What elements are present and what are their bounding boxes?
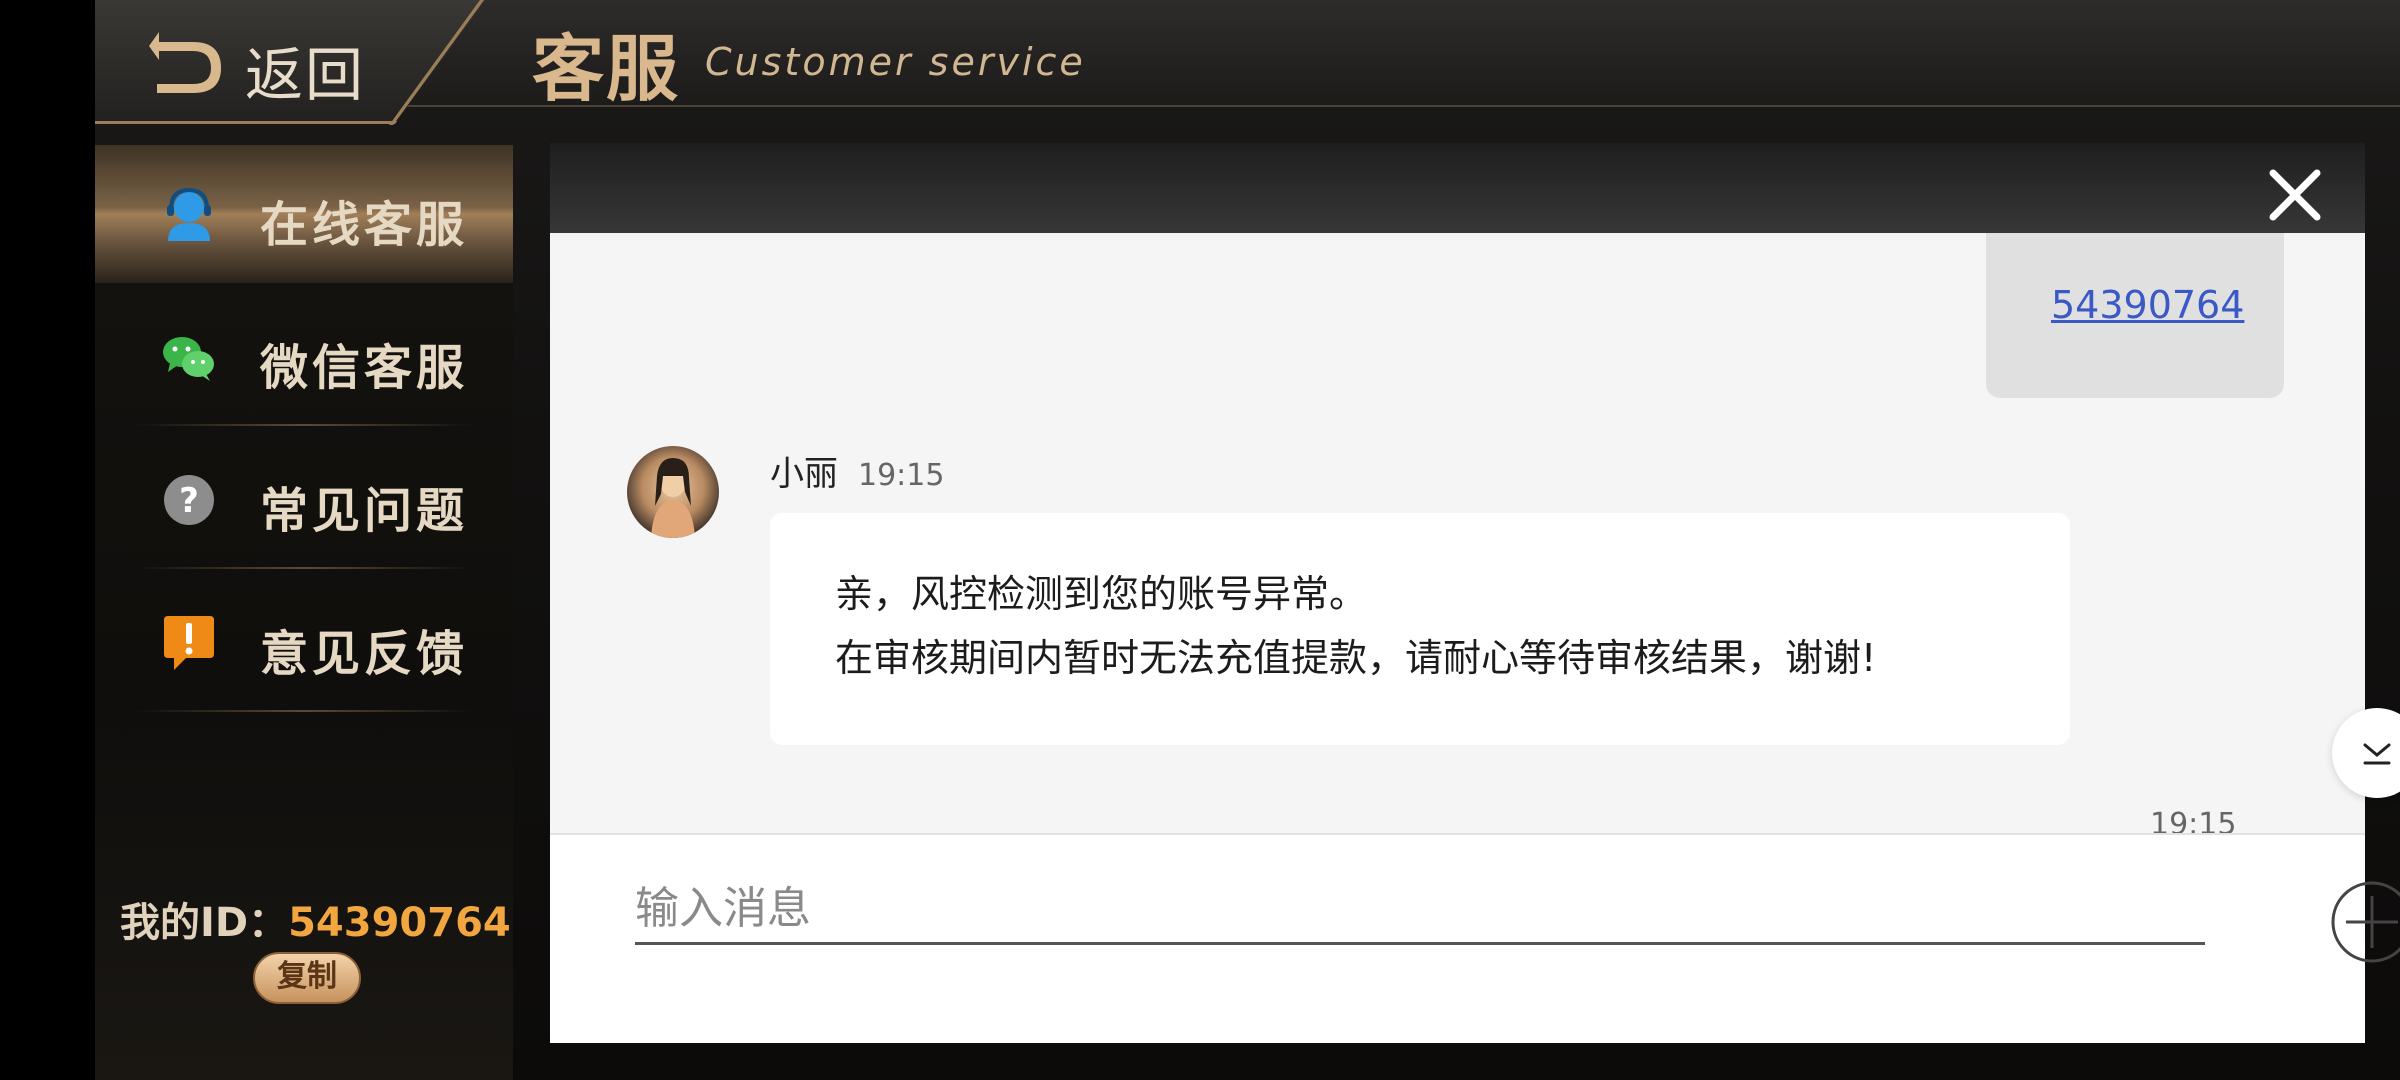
agent-message-time: 19:15 [858,458,945,493]
page-title: 客服 [532,27,681,111]
chevron-down-icon [2363,743,2391,765]
sidebar-item-label: 意见反馈 [260,626,469,682]
copy-id-button[interactable]: 复制 [253,952,361,1004]
message-input-area [550,833,2400,1043]
wechat-icon [163,337,214,381]
question-icon: ? [164,475,214,525]
scroll-to-bottom-button[interactable] [2332,708,2400,798]
agent-avatar [627,446,719,538]
back-label: 返回 [245,41,366,109]
sidebar-item-label: 在线客服 [260,197,469,253]
message-input[interactable] [635,875,2205,945]
my-id-value: 54390764 [288,900,511,946]
self-message-bubble: 54390764 [1986,233,2284,398]
self-message-link[interactable]: 54390764 [2051,283,2244,327]
sidebar-item-feedback[interactable]: 意见反馈 [95,574,513,712]
my-id-label: 我的ID： [120,900,289,946]
agent-message-line: 在审核期间内暂时无法充值提款，请耐心等待审核结果，谢谢! [835,636,1877,680]
sidebar-item-label: 微信客服 [260,340,469,396]
sidebar-item-faq[interactable]: ? 常见问题 [95,431,513,569]
chat-header [550,143,2365,233]
sidebar-divider [135,424,473,426]
sidebar-divider [135,710,473,712]
back-arrow-icon [149,32,221,93]
sidebar-item-label: 常见问题 [260,483,469,539]
sidebar-item-online-service[interactable]: 在线客服 [95,145,513,283]
my-id-display: 我的ID：54390764 [120,890,511,948]
agent-name: 小丽 [770,454,838,494]
sidebar-item-wechat-service[interactable]: 微信客服 [95,288,513,426]
add-attachment-icon[interactable] [2330,880,2400,964]
back-button[interactable]: 返回 [95,0,485,124]
agent-message-line: 亲，风控检测到您的账号异常。 [835,572,1368,616]
feedback-exclamation-icon [164,616,214,670]
sidebar-divider [135,567,473,569]
svg-text:?: ? [179,481,199,521]
message-timestamp: 19:15 [2150,807,2237,833]
agent-message-bubble: 亲，风控检测到您的账号异常。 在审核期间内暂时无法充值提款，请耐心等待审核结果，… [770,513,2070,745]
agent-meta: 小丽 19:15 [770,446,944,495]
top-bar: 返回 客服 Customer service [95,0,2400,125]
headset-user-icon [167,187,211,241]
close-icon[interactable] [2265,165,2325,225]
app-root: 返回 客服 Customer service 在线客服 微信客服 ? 常见问题 … [95,0,2400,1080]
chat-panel: 54390764 小丽 19:15 亲，风控检测到您的账号异常。 在审核期间内暂时… [550,143,2400,1043]
page-subtitle: Customer service [705,40,1086,84]
